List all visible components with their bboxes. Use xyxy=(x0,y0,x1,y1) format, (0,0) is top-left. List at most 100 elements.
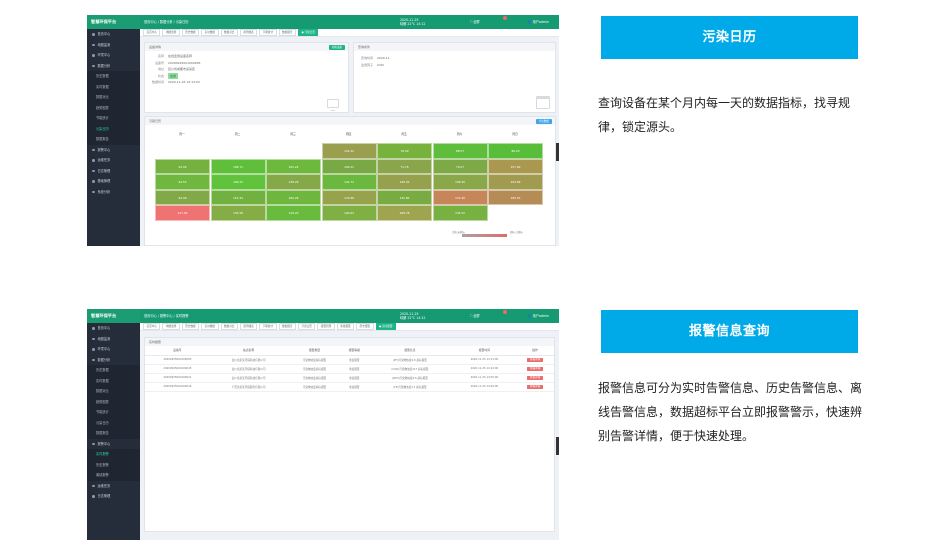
tab[interactable]: ● 实时报警 xyxy=(375,323,396,330)
calendar-day-cell[interactable]: 217.50 xyxy=(155,205,210,221)
user-menu[interactable]: 👤 用户admin xyxy=(528,309,549,323)
tab[interactable]: 首页中心 xyxy=(143,29,161,36)
calendar-day-cell[interactable]: 170.88 xyxy=(321,189,377,205)
calendar-day-cell[interactable]: 94.48 xyxy=(155,189,210,205)
tab[interactable]: 实时数据 xyxy=(201,29,219,36)
calendar-day-cell[interactable]: 76.09 xyxy=(377,143,432,159)
tab[interactable]: 数据报告 xyxy=(278,323,296,330)
calendar-day-cell[interactable]: 164.89 xyxy=(488,174,543,190)
sidebar-item[interactable]: 地图监测 xyxy=(87,40,140,51)
sidebar-item[interactable]: 首页中心 xyxy=(87,323,140,334)
sidebar-item[interactable]: 离线报警 xyxy=(87,470,140,481)
calendar-day-cell[interactable]: 148.40 xyxy=(432,174,488,190)
sidebar-item[interactable]: 地图监测 xyxy=(87,334,140,345)
calendar-day-cell[interactable]: 135.58 xyxy=(210,205,266,221)
tab[interactable]: 趋势图表 xyxy=(239,29,258,36)
tab[interactable]: 报警管理 xyxy=(317,323,335,330)
tab[interactable]: 节能统计 xyxy=(259,323,277,330)
view-detail-button[interactable]: 查看详情 xyxy=(526,375,544,380)
sidebar-item[interactable]: 污染日历 xyxy=(87,417,140,428)
tab[interactable]: 数据报告 xyxy=(278,29,296,36)
calendar-day-cell[interactable]: 94.53 xyxy=(155,174,210,190)
calendar-day-cell[interactable]: 86.20 xyxy=(488,143,543,159)
sidebar-item[interactable]: 节能统计 xyxy=(87,407,140,418)
tab[interactable]: 节能统计 xyxy=(259,29,277,36)
view-detail-button[interactable]: 查看详情 xyxy=(526,366,544,371)
sidebar-item[interactable]: 日志管理 xyxy=(87,166,140,177)
calendar-day-cell[interactable]: 71.76 xyxy=(377,158,432,174)
sidebar-item[interactable]: 基础管理 xyxy=(87,176,140,187)
calendar-day-cell[interactable]: 108.71 xyxy=(210,158,266,174)
calendar-day-cell[interactable]: 70.27 xyxy=(432,158,488,174)
calendar-day-cell[interactable]: 140.64 xyxy=(321,205,377,221)
calendar-day-cell[interactable]: 101.22 xyxy=(321,143,377,159)
calendar-day-cell[interactable]: 105.22 xyxy=(266,158,321,174)
tab[interactable]: 污染日历 xyxy=(298,323,316,330)
tab[interactable]: 数据对比 xyxy=(220,29,238,36)
switch-device-button[interactable]: 切换设备 xyxy=(328,44,345,50)
sidebar-item[interactable]: 趋势图表 xyxy=(87,102,140,113)
sidebar-item[interactable]: 数据对比 xyxy=(87,386,140,397)
fullscreen-button[interactable]: ⛶ 全屏 xyxy=(470,15,480,29)
tab[interactable]: 历史数据 xyxy=(181,323,200,330)
calendar-day-cell[interactable]: 208.78 xyxy=(377,205,432,221)
sidebar-item[interactable]: 运维任务 xyxy=(87,481,140,492)
view-detail-button[interactable]: 查看详情 xyxy=(526,357,544,362)
calendar-day-cell[interactable]: 142.74 xyxy=(321,174,377,190)
export-button[interactable]: 导出数据 xyxy=(535,118,552,124)
calendar-day-cell[interactable]: 138.29 xyxy=(266,174,321,190)
sidebar-item[interactable]: 环境中心 xyxy=(87,344,140,355)
calendar-day-cell[interactable]: 172.40 xyxy=(432,189,488,205)
sidebar-item[interactable]: 数据对比 xyxy=(87,92,140,103)
sidebar-item[interactable]: 实时数据 xyxy=(87,81,140,92)
sidebar-item[interactable]: 数据分析 xyxy=(87,61,140,72)
sidebar-item[interactable]: 趋势图表 xyxy=(87,396,140,407)
tab[interactable]: ● 污染日历 xyxy=(298,29,319,36)
scrollbar-thumb[interactable] xyxy=(556,143,559,161)
user-menu[interactable]: 👤 用户admin xyxy=(528,15,549,29)
sidebar-item[interactable]: 日志管理 xyxy=(87,491,140,502)
calendar-day-cell[interactable]: 100.21 xyxy=(321,158,377,174)
fullscreen-button[interactable]: ⛶ 全屏 xyxy=(470,309,480,323)
tab[interactable]: 趋势图表 xyxy=(239,323,258,330)
sidebar-item[interactable]: 历史数据 xyxy=(87,365,140,376)
table-cell: (TP)污染物浓度3.1 超标报警 xyxy=(367,382,453,392)
tab[interactable]: 历史数据 xyxy=(181,29,200,36)
sidebar-item[interactable]: 实时数据 xyxy=(87,375,140,386)
tab[interactable]: 历史报警 xyxy=(356,323,374,330)
sidebar-item[interactable]: 数据报告 xyxy=(87,428,140,439)
tab[interactable]: 数据对比 xyxy=(220,323,238,330)
scrollbar-thumb[interactable] xyxy=(556,437,559,455)
tab[interactable]: 实时数据 xyxy=(201,323,219,330)
sidebar-item[interactable]: 实时报警 xyxy=(87,449,140,460)
view-detail-button[interactable]: 查看详情 xyxy=(526,384,544,389)
sidebar-item[interactable]: 数据分析 xyxy=(87,355,140,366)
sidebar-item[interactable]: 报警中心 xyxy=(87,145,140,156)
sidebar-item[interactable]: 系统分析 xyxy=(87,187,140,198)
calendar-day-cell[interactable]: 88.57 xyxy=(432,143,488,159)
calendar-day-cell[interactable]: 140.30 xyxy=(377,174,432,190)
calendar-day-cell[interactable]: 185.53 xyxy=(488,189,543,205)
calendar-day-cell[interactable]: 93.46 xyxy=(155,158,210,174)
calendar-day-cell[interactable]: 100.28 xyxy=(266,189,321,205)
sidebar-item[interactable]: 历史报警 xyxy=(87,459,140,470)
tab[interactable]: 离线报警 xyxy=(336,323,355,330)
bell-icon[interactable] xyxy=(496,310,507,320)
menu-dot-icon xyxy=(92,337,95,340)
sidebar-item[interactable]: 首页中心 xyxy=(87,29,140,40)
tab[interactable]: 地图监测 xyxy=(162,323,180,330)
calendar-day-cell[interactable]: 145.80 xyxy=(377,189,432,205)
calendar-day-cell[interactable]: 106.22 xyxy=(210,174,266,190)
sidebar-item[interactable]: 环境中心 xyxy=(87,50,140,61)
sidebar-item[interactable]: 节能统计 xyxy=(87,113,140,124)
tab[interactable]: 首页中心 xyxy=(143,323,161,330)
sidebar-item[interactable]: 报警中心 xyxy=(87,439,140,450)
calendar-day-cell[interactable]: 134.52 xyxy=(432,205,488,221)
bell-icon[interactable] xyxy=(496,16,507,26)
sidebar-item[interactable]: 历史数据 xyxy=(87,71,140,82)
calendar-day-cell[interactable]: 110.34 xyxy=(210,189,266,205)
calendar-day-cell[interactable]: 119.20 xyxy=(266,205,321,221)
sidebar-item[interactable]: 运维任务 xyxy=(87,155,140,166)
calendar-day-cell[interactable]: 157.00 xyxy=(488,158,543,174)
tab[interactable]: 地图监测 xyxy=(162,29,180,36)
